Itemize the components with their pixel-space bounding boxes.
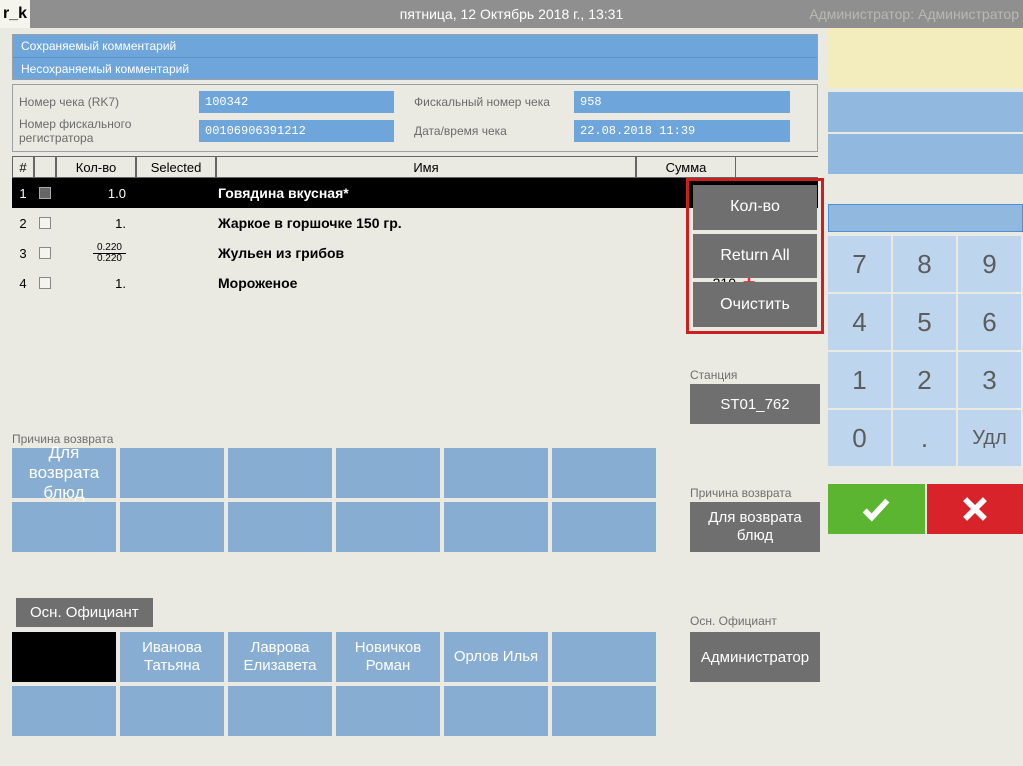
- waiter-empty[interactable]: [552, 632, 656, 682]
- saved-comment[interactable]: Сохраняемый комментарий: [13, 35, 817, 57]
- return-all-button[interactable]: Return All: [693, 234, 817, 279]
- check-no-value: 100342: [199, 91, 394, 113]
- keypad-5[interactable]: 5: [893, 294, 956, 350]
- return-reason-empty[interactable]: [12, 502, 116, 552]
- row-name: Говядина вкусная*: [216, 185, 640, 201]
- keypad-3[interactable]: 3: [958, 352, 1021, 408]
- waiter-empty[interactable]: [12, 686, 116, 736]
- row-number: 2: [12, 216, 34, 231]
- waiter-option[interactable]: Орлов Илья: [444, 632, 548, 682]
- unsaved-comment[interactable]: Несохраняемый комментарий: [13, 57, 817, 79]
- fiscal-no-value: 958: [574, 91, 790, 113]
- row-qty: 0.2200.220: [56, 243, 136, 264]
- row-qty: 1.: [56, 216, 136, 231]
- clear-button[interactable]: Очистить: [693, 282, 817, 327]
- keypad-1[interactable]: 1: [828, 352, 891, 408]
- row-checkbox[interactable]: [34, 247, 56, 259]
- col-name: Имя: [216, 157, 636, 177]
- return-reason-empty[interactable]: [228, 502, 332, 552]
- return-reason-empty[interactable]: [552, 448, 656, 498]
- waiter-empty[interactable]: [444, 686, 548, 736]
- waiter-option[interactable]: Иванова Татьяна: [120, 632, 224, 682]
- check-datetime-label: Дата/время чека: [394, 124, 574, 138]
- keypad-0[interactable]: 0: [828, 410, 891, 466]
- waiter-grid: Иванова ТатьянаЛаврова ЕлизаветаНовичков…: [12, 632, 656, 736]
- waiter-option[interactable]: Лаврова Елизавета: [228, 632, 332, 682]
- row-checkbox[interactable]: [34, 217, 56, 229]
- waiter-empty[interactable]: [336, 686, 440, 736]
- row-checkbox[interactable]: [34, 187, 56, 199]
- keypad-2[interactable]: 2: [893, 352, 956, 408]
- return-reason-label-side: Причина возврата: [690, 486, 791, 500]
- app-logo: r_k: [0, 0, 30, 28]
- station-button[interactable]: ST01_762: [690, 384, 820, 424]
- header-user: Администратор: Администратор: [809, 6, 1019, 22]
- waiter-option[interactable]: Новичков Роман: [336, 632, 440, 682]
- keypad-9[interactable]: 9: [958, 236, 1021, 292]
- header-datetime: пятница, 12 Октябрь 2018 г., 13:31: [400, 6, 623, 22]
- row-name: Жульен из грибов: [216, 245, 640, 261]
- return-reason-empty[interactable]: [120, 448, 224, 498]
- return-reason-empty[interactable]: [444, 448, 548, 498]
- return-reason-empty[interactable]: [120, 502, 224, 552]
- main-waiter-button-side[interactable]: Администратор: [690, 632, 820, 682]
- fr-no-label: Номер фискального регистратора: [19, 117, 199, 145]
- row-qty: 1.0: [56, 186, 136, 201]
- keypad-delete[interactable]: Удл: [958, 410, 1021, 466]
- numeric-display: [828, 204, 1023, 232]
- col-check: [34, 157, 56, 177]
- check-icon: [859, 492, 893, 526]
- row-number: 3: [12, 246, 34, 261]
- close-icon: [958, 492, 992, 526]
- waiter-selected-slot[interactable]: [12, 632, 116, 682]
- main-waiter-label-side: Осн. Официант: [690, 614, 777, 628]
- waiter-empty[interactable]: [228, 686, 332, 736]
- col-number: #: [12, 157, 34, 177]
- waiter-empty[interactable]: [120, 686, 224, 736]
- col-sum: Сумма: [636, 157, 736, 177]
- return-reason-option[interactable]: Для возврата блюд: [12, 448, 116, 498]
- station-label: Станция: [690, 368, 737, 382]
- keypad-4[interactable]: 4: [828, 294, 891, 350]
- check-no-label: Номер чека (RK7): [19, 95, 199, 109]
- row-name: Мороженое: [216, 275, 640, 291]
- right-bar-1[interactable]: [828, 92, 1023, 132]
- right-spacer-top: [828, 28, 1023, 88]
- return-reason-button-side[interactable]: Для возврата блюд: [690, 502, 820, 552]
- main-waiter-header: Осн. Официант: [16, 598, 153, 627]
- cancel-button[interactable]: [927, 484, 1023, 534]
- row-number: 4: [12, 276, 34, 291]
- keypad-7[interactable]: 7: [828, 236, 891, 292]
- qty-button[interactable]: Кол-во: [693, 185, 817, 230]
- confirm-button[interactable]: [828, 484, 925, 534]
- items-table-header: # Кол-во Selected Имя Сумма: [12, 156, 818, 178]
- actions-panel: Кол-во Return All Очистить: [686, 178, 824, 334]
- return-reason-empty[interactable]: [336, 502, 440, 552]
- header-bar: r_k пятница, 12 Октябрь 2018 г., 13:31 А…: [0, 0, 1023, 28]
- row-name: Жаркое в горшочке 150 гр.: [216, 215, 640, 231]
- fiscal-no-label: Фискальный номер чека: [394, 95, 574, 109]
- return-reason-grid: Для возврата блюд: [12, 448, 656, 552]
- col-qty: Кол-во: [56, 157, 136, 177]
- fr-no-value: 00106906391212: [199, 120, 394, 142]
- return-reason-empty[interactable]: [552, 502, 656, 552]
- row-number: 1: [12, 186, 34, 201]
- check-info-panel: Номер чека (RK7) 100342 Фискальный номер…: [12, 84, 818, 152]
- numeric-keypad: 789 456 123 0.Удл: [828, 236, 1023, 466]
- waiter-empty[interactable]: [552, 686, 656, 736]
- comments-panel: Сохраняемый комментарий Несохраняемый ко…: [12, 34, 818, 80]
- keypad-dot[interactable]: .: [893, 410, 956, 466]
- check-datetime-value: 22.08.2018 11:39: [574, 120, 790, 142]
- row-checkbox[interactable]: [34, 277, 56, 289]
- row-qty: 1.: [56, 276, 136, 291]
- return-reason-empty[interactable]: [228, 448, 332, 498]
- col-selected: Selected: [136, 157, 216, 177]
- right-bar-2[interactable]: [828, 134, 1023, 174]
- return-reason-empty[interactable]: [336, 448, 440, 498]
- keypad-8[interactable]: 8: [893, 236, 956, 292]
- keypad-6[interactable]: 6: [958, 294, 1021, 350]
- return-reason-empty[interactable]: [444, 502, 548, 552]
